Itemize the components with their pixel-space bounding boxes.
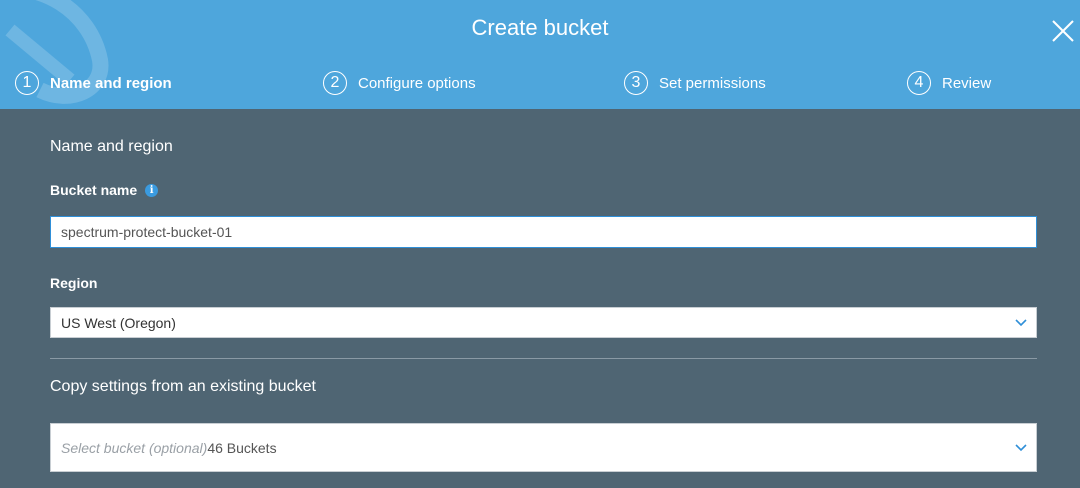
dialog-title: Create bucket xyxy=(471,15,609,40)
bucket-name-label-text: Bucket name xyxy=(50,182,138,198)
step-set-permissions[interactable]: 3 Set permissions xyxy=(624,69,766,97)
bucket-name-input[interactable] xyxy=(50,216,1037,248)
bucket-count: 46 Buckets xyxy=(207,439,277,456)
step-label: Name and region xyxy=(50,74,172,92)
chevron-down-icon xyxy=(1015,318,1027,326)
step-label: Set permissions xyxy=(659,74,766,92)
bucket-name-label: Bucket name i xyxy=(50,182,159,198)
step-number: 2 xyxy=(323,71,347,95)
chevron-down-icon xyxy=(1015,443,1027,451)
copy-bucket-select[interactable]: Select bucket (optional) 46 Buckets xyxy=(50,423,1037,472)
region-label: Region xyxy=(50,275,98,291)
step-number: 1 xyxy=(15,71,39,95)
region-select-value: US West (Oregon) xyxy=(61,314,176,331)
copy-bucket-placeholder: Select bucket (optional) xyxy=(61,439,208,456)
region-select[interactable]: US West (Oregon) xyxy=(50,307,1037,338)
dialog-header: Create bucket 1 Name and region 2 Config… xyxy=(0,0,1080,109)
divider xyxy=(50,358,1037,359)
step-configure-options[interactable]: 2 Configure options xyxy=(323,69,476,97)
info-icon[interactable]: i xyxy=(145,183,159,197)
step-label: Review xyxy=(942,74,992,92)
step-review[interactable]: 4 Review xyxy=(907,69,991,97)
step-number: 4 xyxy=(907,71,931,95)
step-number: 3 xyxy=(624,71,648,95)
copy-settings-title: Copy settings from an existing bucket xyxy=(50,378,316,395)
step-label: Configure options xyxy=(358,74,476,92)
close-icon[interactable] xyxy=(1050,18,1076,44)
step-name-and-region[interactable]: 1 Name and region xyxy=(15,69,172,97)
section-title: Name and region xyxy=(50,138,173,155)
